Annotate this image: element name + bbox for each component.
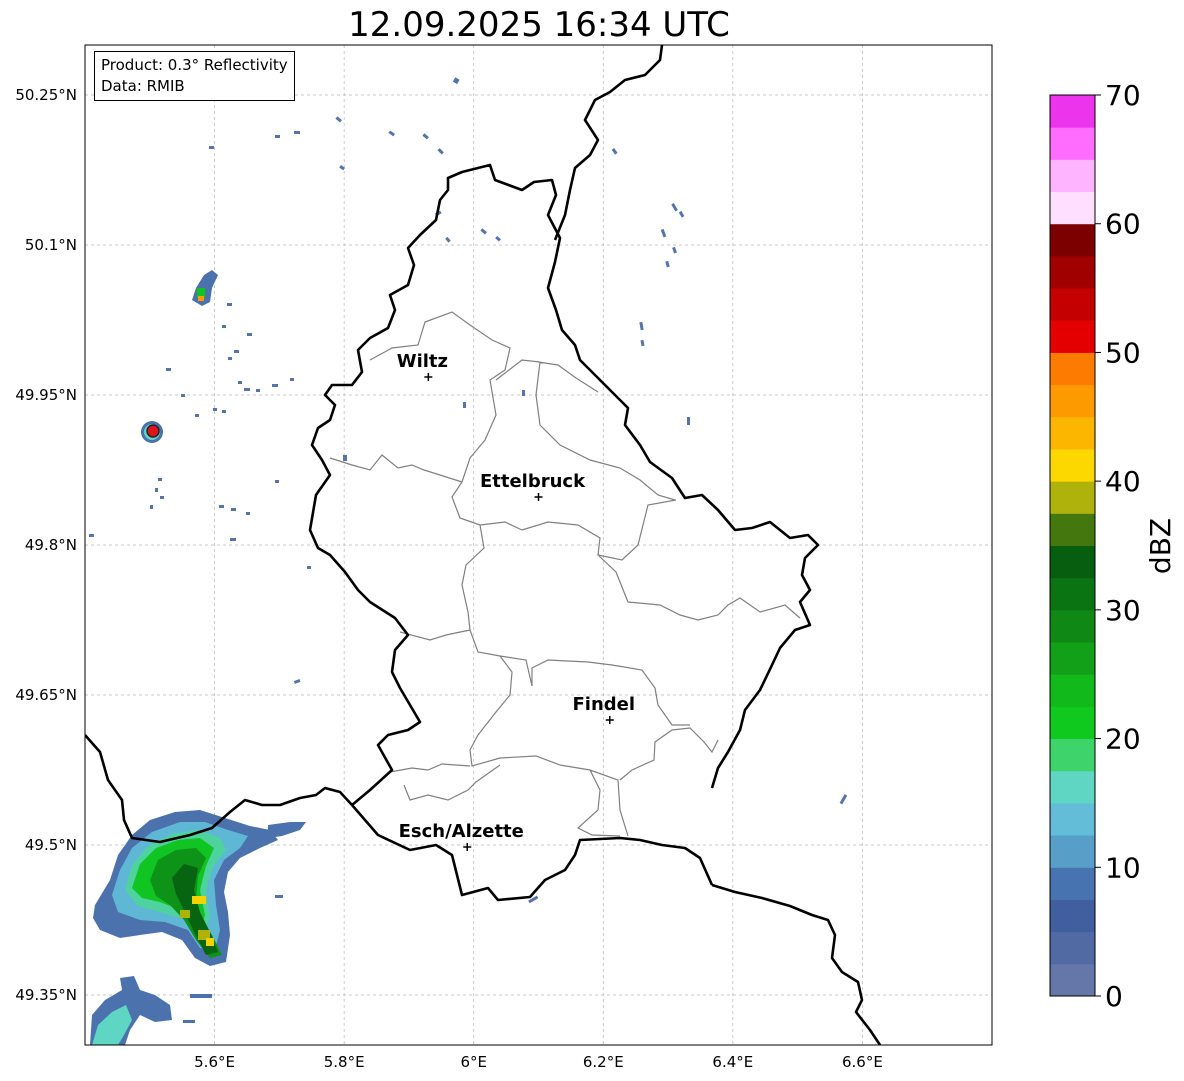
colorbar-swatch <box>1050 835 1095 868</box>
colorbar-swatch <box>1050 481 1095 514</box>
lat-tick-label: 50.25°N <box>15 86 77 104</box>
city-label: Ettelbruck <box>480 471 586 492</box>
longitude-tick-labels: 5.6°E 5.8°E 6°E 6.2°E 6.4°E 6.6°E <box>194 1053 883 1071</box>
colorbar-swatch <box>1050 931 1095 965</box>
colorbar-swatch <box>1050 159 1095 193</box>
lon-tick-label: 6°E <box>460 1053 487 1071</box>
echo-core-yellow <box>206 938 214 946</box>
colorbar-tick-label: 40 <box>1105 465 1141 498</box>
colorbar-swatch <box>1050 352 1095 386</box>
colorbar-swatches <box>1050 95 1095 997</box>
colorbar-swatch <box>1050 738 1095 772</box>
colorbar-swatch <box>1050 963 1095 997</box>
colorbar-swatch <box>1050 867 1095 900</box>
echo-nw-orange <box>198 296 204 301</box>
colorbar-swatch <box>1050 706 1095 740</box>
colorbar-swatch <box>1050 288 1095 321</box>
product-text: Product: 0.3° Reflectivity <box>101 56 288 74</box>
lon-tick-label: 5.8°E <box>324 1053 365 1071</box>
data-source-text: Data: RMIB <box>101 77 185 95</box>
radar-site-marker <box>146 424 160 438</box>
lat-tick-label: 49.8°N <box>25 536 77 554</box>
echo-core-yellow <box>192 896 206 904</box>
colorbar-tick-label: 0 <box>1105 980 1123 1013</box>
lon-tick-label: 6.6°E <box>842 1053 883 1071</box>
colorbar-swatch <box>1050 95 1095 128</box>
colorbar-label: dBZ <box>1144 518 1177 574</box>
colorbar-swatch <box>1050 191 1095 225</box>
colorbar-swatch <box>1050 416 1095 450</box>
latitude-tick-labels: 50.25°N 50.1°N 49.95°N 49.8°N 49.65°N 49.5°N 4… <box>15 86 77 1004</box>
colorbar-swatch <box>1050 609 1095 643</box>
info-box: Product: 0.3° Reflectivity Data: RMIB <box>94 51 295 101</box>
colorbar-swatch <box>1050 448 1095 482</box>
colorbar-tick-label: 50 <box>1105 336 1141 369</box>
colorbar-ticks: 0 10 20 30 40 50 60 70 <box>1095 79 1141 1013</box>
lat-tick-label: 50.1°N <box>25 236 77 254</box>
lat-tick-label: 49.35°N <box>15 986 77 1004</box>
echo-fleck <box>183 1020 195 1023</box>
colorbar-swatch <box>1050 223 1095 257</box>
colorbar-tick-label: 70 <box>1105 79 1141 112</box>
colorbar-tick-label: 30 <box>1105 594 1141 627</box>
colorbar-tick-label: 10 <box>1105 851 1141 884</box>
colorbar-swatch <box>1050 577 1095 611</box>
city-label: Wiltz <box>397 351 448 372</box>
lon-tick-label: 6.4°E <box>712 1053 753 1071</box>
echo-core-olive <box>180 910 190 918</box>
lat-tick-label: 49.95°N <box>15 386 77 404</box>
lon-tick-label: 5.6°E <box>194 1053 235 1071</box>
city-label: Esch/Alzette <box>399 821 524 842</box>
lat-tick-label: 49.5°N <box>25 836 77 854</box>
colorbar-tick-label: 20 <box>1105 723 1141 756</box>
colorbar-tick-label: 60 <box>1105 208 1141 241</box>
radar-map: Wiltz Ettelbruck Findel Esch/Alzette 50.25°… <box>15 44 1177 1071</box>
colorbar-swatch <box>1050 545 1095 579</box>
colorbar-swatch <box>1050 513 1095 546</box>
colorbar-swatch <box>1050 384 1095 418</box>
colorbar-swatch <box>1050 674 1095 707</box>
colorbar-swatch <box>1050 255 1095 289</box>
colorbar-swatch <box>1050 642 1095 675</box>
lon-tick-label: 6.2°E <box>583 1053 624 1071</box>
city-label: Findel <box>572 694 635 715</box>
colorbar-swatch <box>1050 770 1095 804</box>
echo-fleck <box>190 994 212 998</box>
lat-tick-label: 49.65°N <box>15 686 77 704</box>
colorbar-swatch <box>1050 127 1095 160</box>
colorbar-swatch <box>1050 320 1095 353</box>
colorbar: 0 10 20 30 40 50 60 70 dBZ <box>1049 79 1177 1013</box>
colorbar-swatch <box>1050 802 1095 836</box>
colorbar-swatch <box>1050 899 1095 933</box>
